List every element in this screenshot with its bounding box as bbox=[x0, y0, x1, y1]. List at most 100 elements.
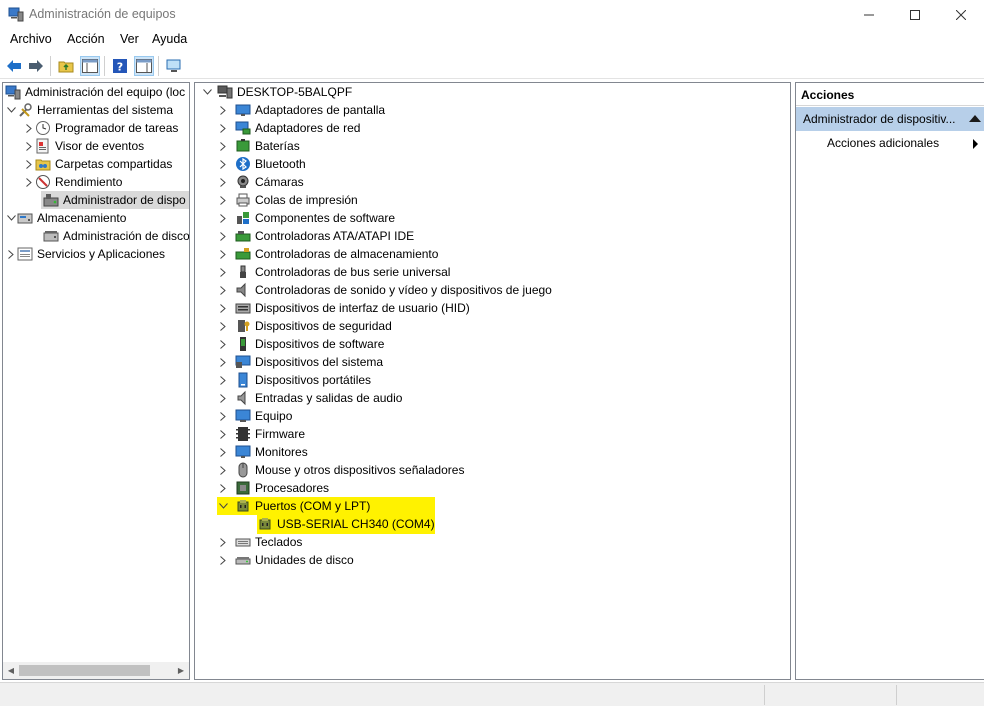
device-category-procesadores[interactable]: Procesadores bbox=[217, 479, 329, 497]
help-button[interactable]: ? bbox=[110, 56, 130, 76]
chevron-right-icon[interactable] bbox=[23, 119, 35, 137]
chevron-down-icon[interactable] bbox=[5, 209, 17, 227]
chevron-right-icon[interactable] bbox=[217, 389, 229, 407]
device-category-dispositivos-de-interfaz-de-usuario-hid[interactable]: Dispositivos de interfaz de usuario (HID… bbox=[217, 299, 470, 317]
device-category-dispositivos-portatiles[interactable]: Dispositivos portátiles bbox=[217, 371, 371, 389]
device-tree-computer[interactable]: DESKTOP-5BALQPF bbox=[201, 83, 352, 101]
scan-hardware-button[interactable] bbox=[164, 56, 184, 76]
device-category-controladoras-de-bus-serie-universal[interactable]: Controladoras de bus serie universal bbox=[217, 263, 450, 281]
chevron-right-icon[interactable] bbox=[217, 479, 229, 497]
device-category-disk-drives[interactable]: Unidades de disco bbox=[217, 551, 354, 569]
chevron-right-icon[interactable] bbox=[217, 263, 229, 281]
device-category-equipo[interactable]: Equipo bbox=[217, 407, 292, 425]
device-category-colas-de-impresion[interactable]: Colas de impresión bbox=[217, 191, 358, 209]
more-actions-link[interactable]: Acciones adicionales bbox=[827, 136, 939, 150]
tree-event-viewer[interactable]: Visor de eventos bbox=[23, 137, 144, 155]
device-category-controladoras-de-almacenamiento[interactable]: Controladoras de almacenamiento bbox=[217, 245, 438, 263]
tree-storage[interactable]: Almacenamiento bbox=[5, 209, 126, 227]
horizontal-scrollbar[interactable]: ◀ ▶ bbox=[3, 662, 189, 679]
chevron-right-icon[interactable] bbox=[217, 533, 229, 551]
close-button[interactable] bbox=[938, 0, 984, 29]
scrollbar-thumb[interactable] bbox=[19, 665, 150, 676]
device-category-monitores[interactable]: Monitores bbox=[217, 443, 308, 461]
chevron-right-icon[interactable] bbox=[217, 443, 229, 461]
chevron-right-icon[interactable] bbox=[217, 137, 229, 155]
maximize-button[interactable] bbox=[892, 0, 938, 29]
chevron-right-icon[interactable] bbox=[217, 371, 229, 389]
chevron-right-icon[interactable] bbox=[217, 407, 229, 425]
disk-management-icon bbox=[43, 228, 59, 244]
tree-shared-folders[interactable]: Carpetas compartidas bbox=[23, 155, 172, 173]
tree-system-tools[interactable]: Herramientas del sistema bbox=[5, 101, 173, 119]
device-category-componentes-de-software[interactable]: Componentes de software bbox=[217, 209, 395, 227]
device-category-dispositivos-de-seguridad[interactable]: Dispositivos de seguridad bbox=[217, 317, 392, 335]
scroll-left-icon[interactable]: ◀ bbox=[3, 662, 19, 679]
tree-performance[interactable]: Rendimiento bbox=[23, 173, 122, 191]
device-category-firmware[interactable]: Firmware bbox=[217, 425, 305, 443]
submenu-arrow-icon[interactable] bbox=[973, 139, 978, 149]
device-category-puertos-com-y-lpt[interactable]: Puertos (COM y LPT) bbox=[217, 497, 370, 515]
device-usb-serial-ch340[interactable]: USB-SERIAL CH340 (COM4) bbox=[257, 515, 435, 533]
up-folder-button[interactable] bbox=[56, 56, 76, 76]
collapse-up-icon[interactable] bbox=[969, 115, 981, 122]
device-category-adaptadores-de-pantalla[interactable]: Adaptadores de pantalla bbox=[217, 101, 385, 119]
chevron-right-icon[interactable] bbox=[217, 101, 229, 119]
device-category-dispositivos-de-software[interactable]: Dispositivos de software bbox=[217, 335, 384, 353]
tree-task-scheduler[interactable]: Programador de tareas bbox=[23, 119, 178, 137]
menu-ayuda[interactable]: Ayuda bbox=[152, 32, 187, 46]
device-category-controladoras-ata-atapi-ide[interactable]: Controladoras ATA/ATAPI IDE bbox=[217, 227, 414, 245]
show-hide-action-pane-button[interactable] bbox=[134, 56, 154, 76]
menu-ver[interactable]: Ver bbox=[120, 32, 139, 46]
menu-accion[interactable]: Acción bbox=[67, 32, 105, 46]
chevron-down-icon[interactable] bbox=[217, 497, 229, 515]
scroll-right-icon[interactable]: ▶ bbox=[173, 662, 189, 679]
device-category-adaptadores-de-red[interactable]: Adaptadores de red bbox=[217, 119, 360, 137]
chevron-right-icon[interactable] bbox=[217, 227, 229, 245]
chevron-right-icon[interactable] bbox=[217, 461, 229, 479]
device-category-entradas-y-salidas-de-audio[interactable]: Entradas y salidas de audio bbox=[217, 389, 402, 407]
device-category-camaras[interactable]: Cámaras bbox=[217, 173, 304, 191]
forward-button[interactable] bbox=[26, 56, 46, 76]
menu-archivo[interactable]: Archivo bbox=[10, 32, 52, 46]
chevron-right-icon[interactable] bbox=[217, 209, 229, 227]
actions-device-manager-section[interactable]: Administrador de dispositiv... bbox=[796, 107, 984, 131]
chevron-down-icon[interactable] bbox=[201, 83, 213, 101]
chevron-down-icon[interactable] bbox=[5, 101, 17, 119]
processor-icon bbox=[235, 480, 251, 496]
chevron-right-icon[interactable] bbox=[217, 353, 229, 371]
minimize-button[interactable] bbox=[846, 0, 892, 29]
chevron-right-icon[interactable] bbox=[23, 155, 35, 173]
chevron-right-icon[interactable] bbox=[217, 425, 229, 443]
chevron-right-icon[interactable] bbox=[217, 281, 229, 299]
chevron-right-icon[interactable] bbox=[217, 191, 229, 209]
bluetooth-icon bbox=[235, 156, 251, 172]
device-category-bluetooth[interactable]: Bluetooth bbox=[217, 155, 306, 173]
disk-drive-icon bbox=[235, 552, 251, 568]
tree-disk-management[interactable]: Administración de disco bbox=[41, 227, 189, 245]
device-category-baterias[interactable]: Baterías bbox=[217, 137, 300, 155]
chevron-right-icon[interactable] bbox=[217, 173, 229, 191]
device-category-controladoras-de-sonido-y-video-y-dispositivos-de-juego[interactable]: Controladoras de sonido y vídeo y dispos… bbox=[217, 281, 552, 299]
tree-device-manager[interactable]: Administrador de dispo bbox=[41, 191, 189, 209]
chevron-right-icon[interactable] bbox=[217, 119, 229, 137]
chevron-right-icon[interactable] bbox=[23, 173, 35, 191]
chevron-right-icon[interactable] bbox=[23, 137, 35, 155]
device-category-mouse-y-otros-dispositivos-senaladores[interactable]: Mouse y otros dispositivos señaladores bbox=[217, 461, 464, 479]
chevron-right-icon[interactable] bbox=[217, 317, 229, 335]
chevron-right-icon[interactable] bbox=[217, 299, 229, 317]
chevron-right-icon[interactable] bbox=[217, 155, 229, 173]
show-hide-tree-button[interactable] bbox=[80, 56, 100, 76]
tree-services-apps[interactable]: Servicios y Aplicaciones bbox=[5, 245, 165, 263]
network-adapter-icon bbox=[235, 120, 251, 136]
system-device-icon bbox=[235, 354, 251, 370]
chevron-right-icon[interactable] bbox=[217, 551, 229, 569]
device-category-keyboards[interactable]: Teclados bbox=[217, 533, 302, 551]
back-button[interactable] bbox=[4, 56, 24, 76]
software-device-icon bbox=[235, 336, 251, 352]
chevron-right-icon[interactable] bbox=[5, 245, 17, 263]
device-category-dispositivos-del-sistema[interactable]: Dispositivos del sistema bbox=[217, 353, 383, 371]
chevron-right-icon[interactable] bbox=[217, 335, 229, 353]
tree-root[interactable]: Administración del equipo (loc bbox=[5, 83, 185, 101]
folder-up-icon bbox=[58, 61, 74, 73]
chevron-right-icon[interactable] bbox=[217, 245, 229, 263]
